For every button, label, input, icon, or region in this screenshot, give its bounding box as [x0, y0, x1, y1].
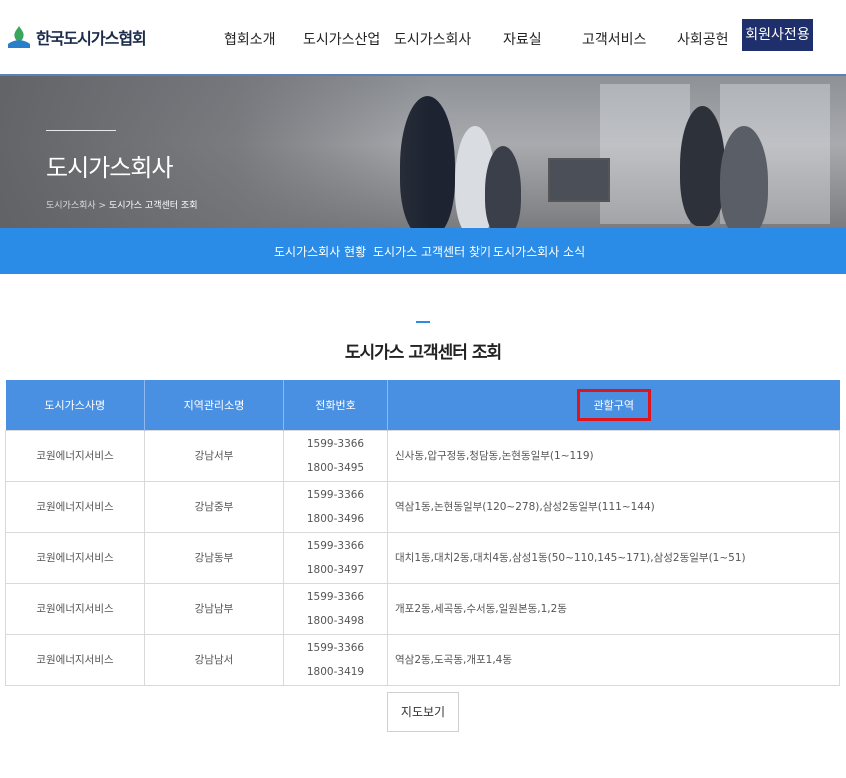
page-title: 도시가스회사 [46, 154, 173, 182]
hero-divider [46, 130, 116, 131]
office-cell: 강남남서 [144, 634, 284, 686]
phone-cell: 1599-3366 1800-3496 [283, 481, 388, 533]
nav-item-customer-service[interactable]: 고객서비스 [582, 29, 646, 49]
breadcrumb-parent[interactable]: 도시가스회사 [46, 201, 96, 211]
hero-banner: 도시가스회사 도시가스회사 > 도시가스 고객센터 조회 [0, 76, 846, 228]
phone-direct: 1800-3497 [306, 564, 365, 576]
company-cell: 코원에너지서비스 [5, 532, 145, 584]
nav-item-about[interactable]: 협회소개 [224, 29, 276, 49]
view-map-button[interactable]: 지도보기 [387, 692, 459, 732]
breadcrumb-separator: > [95, 201, 109, 211]
table-row: 코원에너지서비스 강남중부 1599-3366 1800-3496 역삼1동,논현… [5, 481, 840, 533]
breadcrumb: 도시가스회사 > 도시가스 고객센터 조회 [46, 198, 197, 211]
subnav-divider [361, 245, 362, 256]
column-header-phone: 전화번호 [283, 380, 388, 431]
office-cell: 강남중부 [144, 481, 284, 533]
company-cell: 코원에너지서비스 [5, 634, 145, 686]
phone-main: 1599-3366 [306, 540, 365, 552]
sub-nav: 도시가스회사 현황 도시가스 고객센터 찾기 도시가스회사 소식 [0, 228, 846, 274]
section-accent [416, 321, 430, 323]
person-figure [720, 126, 768, 228]
phone-main: 1599-3366 [306, 591, 365, 603]
monitor-chart [548, 158, 610, 202]
table-row: 코원에너지서비스 강남남부 1599-3366 1800-3498 개포2동,세곡… [5, 583, 840, 635]
person-figure [680, 106, 725, 226]
company-cell: 코원에너지서비스 [5, 481, 145, 533]
office-cell: 강남서부 [144, 430, 284, 482]
area-cell: 개포2동,세곡동,수서동,일원본동,1,2동 [387, 583, 840, 635]
phone-main: 1599-3366 [306, 438, 365, 450]
subnav-item-news[interactable]: 도시가스회사 소식 [493, 243, 585, 260]
table-header-row: 도시가스사명 지역관리소명 전화번호 관할구역 [5, 380, 840, 431]
nav-item-social[interactable]: 사회공헌 [677, 29, 729, 49]
nav-item-archive[interactable]: 자료실 [503, 29, 542, 49]
subnav-item-status[interactable]: 도시가스회사 현황 [274, 243, 366, 260]
company-cell: 코원에너지서비스 [5, 430, 145, 482]
phone-direct: 1800-3419 [306, 666, 365, 678]
table-row: 코원에너지서비스 강남서부 1599-3366 1800-3495 신사동,압구정… [5, 430, 840, 482]
office-cell: 강남동부 [144, 532, 284, 584]
area-cell: 역삼1동,논현동일부(120~278),삼성2동일부(111~144) [387, 481, 840, 533]
nav-item-industry[interactable]: 도시가스산업 [303, 29, 380, 49]
table-row: 코원에너지서비스 강남동부 1599-3366 1800-3497 대치1동,대치… [5, 532, 840, 584]
table-row: 코원에너지서비스 강남남서 1599-3366 1800-3419 역삼2동,도곡… [5, 634, 840, 686]
section-title: 도시가스 고객센터 조회 [344, 343, 502, 363]
phone-direct: 1800-3498 [306, 615, 365, 627]
column-header-area-label: 관할구역 [576, 389, 651, 421]
phone-cell: 1599-3366 1800-3497 [283, 532, 388, 584]
phone-cell: 1599-3366 1800-3498 [283, 583, 388, 635]
customer-center-table: 도시가스사명 지역관리소명 전화번호 관할구역 코원에너지서비스 강남서부 15… [5, 380, 840, 686]
phone-cell: 1599-3366 1800-3495 [283, 430, 388, 482]
phone-direct: 1800-3495 [306, 462, 365, 474]
company-cell: 코원에너지서비스 [5, 583, 145, 635]
phone-cell: 1599-3366 1800-3419 [283, 634, 388, 686]
area-cell: 역삼2동,도곡동,개포1,4동 [387, 634, 840, 686]
person-figure [485, 146, 521, 228]
site-header: 한국도시가스협회 협회소개 도시가스산업 도시가스회사 자료실 고객서비스 사회… [0, 0, 846, 76]
column-header-area: 관할구역 [387, 380, 840, 431]
subnav-divider [481, 245, 482, 256]
subnav-item-find-center[interactable]: 도시가스 고객센터 찾기 [373, 243, 491, 260]
area-cell: 신사동,압구정동,청담동,논현동일부(1~119) [387, 430, 840, 482]
phone-main: 1599-3366 [306, 642, 365, 654]
phone-main: 1599-3366 [306, 489, 365, 501]
nav-item-companies[interactable]: 도시가스회사 [394, 29, 471, 49]
office-cell: 강남남부 [144, 583, 284, 635]
phone-direct: 1800-3496 [306, 513, 365, 525]
area-cell: 대치1동,대치2동,대치4동,삼성1동(50~110,145~171),삼성2동… [387, 532, 840, 584]
column-header-office: 지역관리소명 [144, 380, 284, 431]
member-only-button[interactable]: 회원사전용 [742, 19, 813, 51]
breadcrumb-current: 도시가스 고객센터 조회 [108, 201, 198, 211]
main-nav: 협회소개 도시가스산업 도시가스회사 자료실 고객서비스 사회공헌 [0, 29, 846, 49]
column-header-company: 도시가스사명 [5, 380, 145, 431]
office-window [600, 84, 690, 224]
